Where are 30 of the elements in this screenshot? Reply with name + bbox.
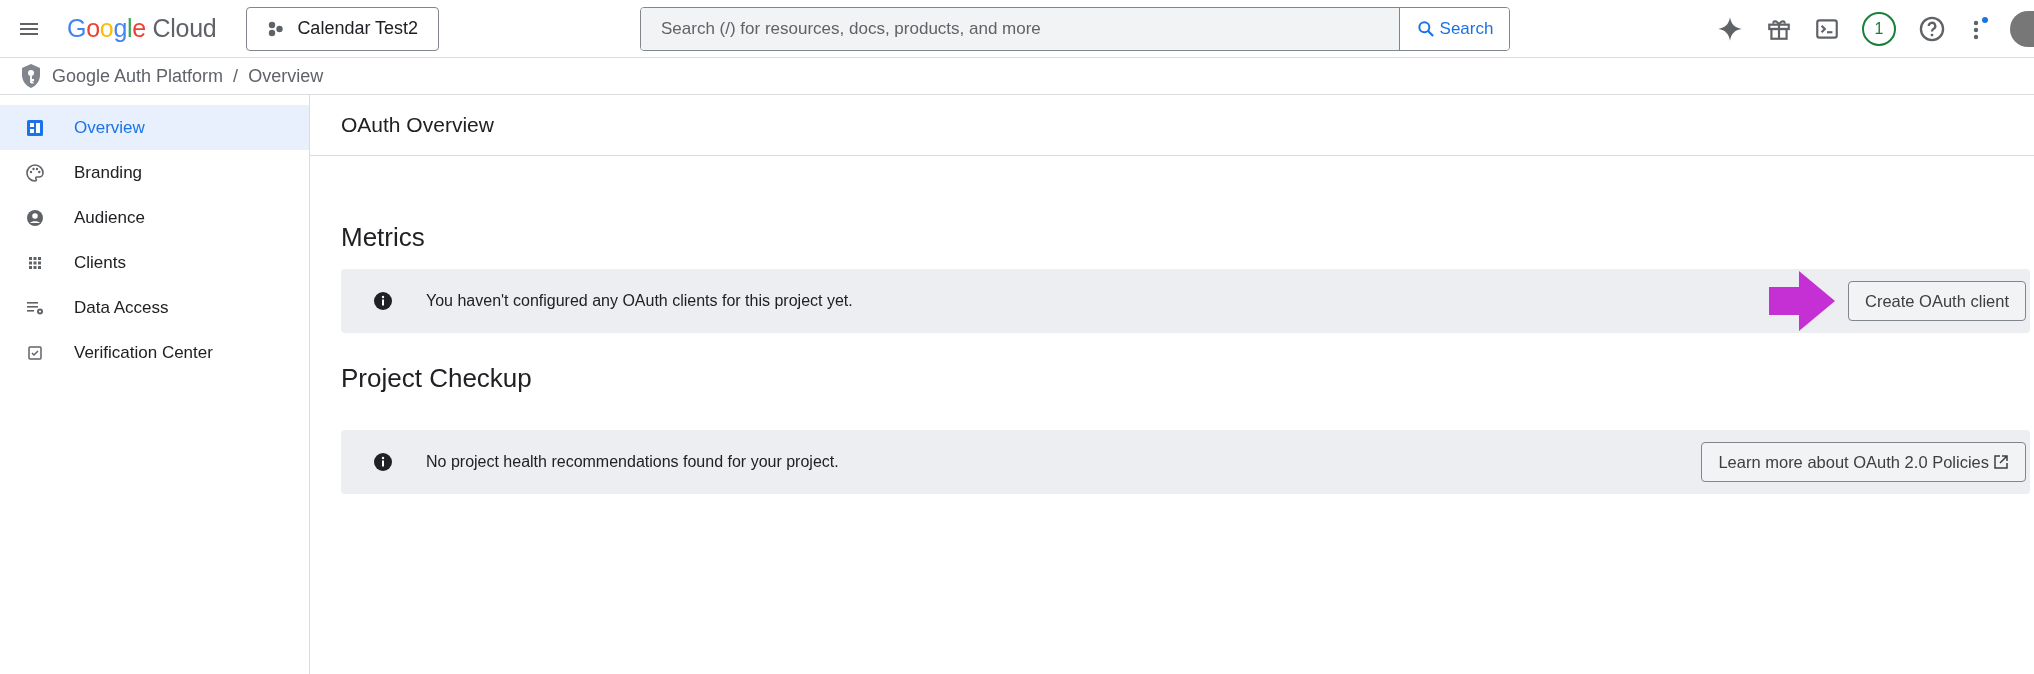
project-picker[interactable]: Calendar Test2 bbox=[246, 6, 440, 51]
sidebar-item[interactable]: Audience bbox=[0, 195, 309, 240]
info-icon bbox=[373, 291, 393, 311]
info-message: You haven't configured any OAuth clients for this project yet. bbox=[426, 292, 854, 310]
breadcrumb-separator: / bbox=[233, 65, 239, 87]
sidebar-item[interactable]: Data Access bbox=[0, 285, 309, 330]
sidebar-item[interactable]: Verification Center bbox=[0, 330, 309, 375]
sidebar-item[interactable]: Clients bbox=[0, 240, 309, 285]
sidebar-item[interactable]: Branding bbox=[0, 150, 309, 195]
avatar[interactable] bbox=[2010, 10, 2034, 47]
shield-key-icon bbox=[20, 63, 42, 89]
help-icon[interactable] bbox=[1918, 14, 1946, 43]
section-heading: Metrics bbox=[341, 222, 426, 253]
action-button[interactable]: Create OAuth client bbox=[1848, 281, 2026, 321]
sidebar-item[interactable]: Overview bbox=[0, 105, 309, 150]
person-icon bbox=[25, 207, 45, 228]
notification-count[interactable]: 1 bbox=[1862, 11, 1896, 46]
info-icon bbox=[373, 452, 393, 472]
breadcrumb-link[interactable]: Google Auth Platform bbox=[52, 65, 224, 87]
hexagons-icon bbox=[267, 19, 286, 38]
arrow-annotation bbox=[1769, 271, 1835, 331]
palette-icon bbox=[25, 162, 45, 183]
dashboard-icon bbox=[25, 117, 45, 138]
action-button[interactable]: Learn more about OAuth 2.0 Policies bbox=[1701, 442, 2026, 482]
info-message: No project health recommendations found for your project. bbox=[426, 453, 840, 471]
breadcrumb-link[interactable]: Overview bbox=[248, 65, 324, 87]
page-title: OAuth Overview bbox=[341, 113, 494, 137]
logo[interactable]: Google Cloud bbox=[67, 14, 217, 43]
section-heading: Project Checkup bbox=[341, 363, 533, 394]
external-link-icon bbox=[1993, 454, 2009, 470]
